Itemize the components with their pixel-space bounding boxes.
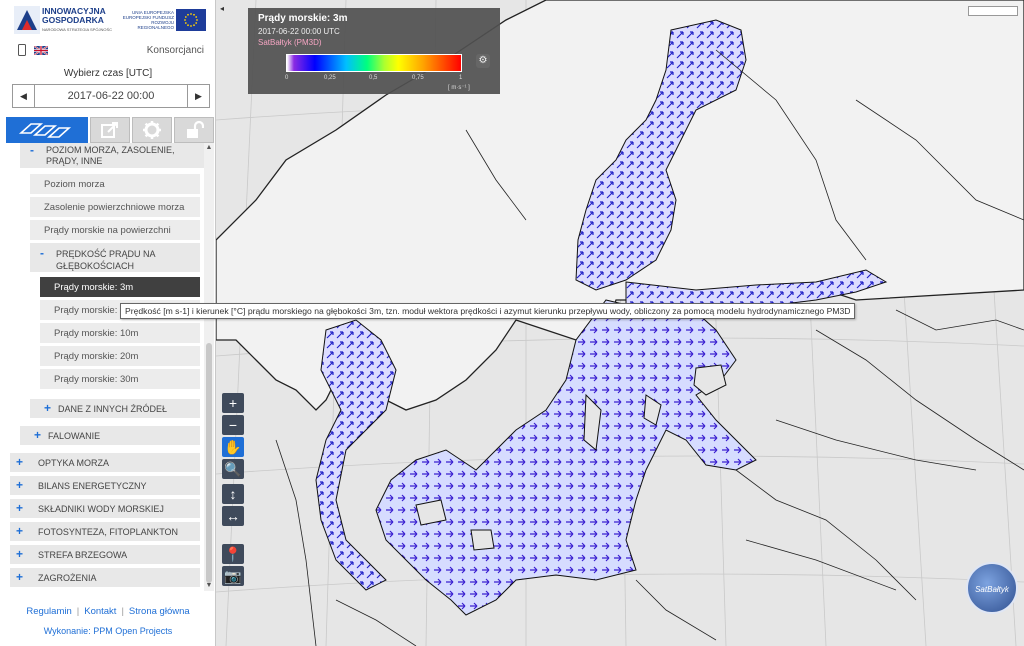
group-components[interactable]: + SKŁADNIKI WODY MORSKIEJ	[10, 499, 200, 519]
expand-icon[interactable]: +	[16, 547, 23, 561]
basemap	[216, 0, 1024, 646]
group-threats[interactable]: + ZAGROŻENIA	[10, 568, 200, 588]
pan-tool-button[interactable]: ✋	[222, 437, 244, 457]
group-label: FALOWANIE	[48, 431, 101, 441]
terms-link[interactable]: Regulamin	[26, 606, 71, 617]
footer-links: Regulamin | Kontakt | Strona główna	[26, 606, 190, 617]
english-flag-icon[interactable]	[34, 46, 48, 55]
time-value[interactable]: 2017-06-22 00:00	[35, 90, 187, 102]
gear-icon	[143, 121, 161, 139]
home-link[interactable]: Strona główna	[129, 606, 190, 617]
mobile-icon[interactable]	[18, 44, 26, 56]
collapse-sidebar-icon[interactable]: ◂	[220, 4, 224, 13]
layer-tree: - POZIOM MORZA, ZASOLENIE, PRĄDY, INNE P…	[6, 143, 206, 591]
eu-flag-icon	[176, 9, 206, 31]
logo-bar: INNOWACYJNA GOSPODARKA NARODOWA STRATEGI…	[6, 4, 210, 38]
map-view[interactable]: ◂ SatBałtyk	[216, 0, 1024, 646]
logo-ue-text: UNIA EUROPEJSKA EUROPEJSKI FUNDUSZ ROZWO…	[122, 10, 174, 30]
sidebar: INNOWACYJNA GOSPODARKA NARODOWA STRATEGI…	[0, 0, 216, 646]
tab-bar	[6, 117, 214, 143]
group-label: PRĘDKOŚĆ PRĄDU NA GŁĘBOKOŚCIACH	[56, 249, 156, 271]
tab-export[interactable]	[90, 117, 130, 143]
legend-tick: 0,25	[324, 75, 336, 81]
group-waves[interactable]: + FALOWANIE	[20, 426, 200, 446]
group-label: ZAGROŻENIA	[38, 573, 97, 583]
scroll-down-icon[interactable]: ▼	[204, 581, 214, 591]
time-next-button[interactable]: ▶	[187, 85, 209, 107]
legend-unit: [ m·s⁻¹ ]	[448, 85, 470, 91]
stretch-vertical-button[interactable]: ↕	[222, 484, 244, 504]
zoom-box-button[interactable]: 🔍	[222, 459, 244, 479]
scroll-up-icon[interactable]: ▲	[204, 143, 214, 153]
layer-currents-3m[interactable]: Prądy morskie: 3m	[40, 277, 200, 298]
legend-settings-icon[interactable]: ⚙	[476, 54, 490, 68]
group-label: FOTOSYNTEZA, FITOPLANKTON	[38, 527, 179, 537]
group-energy[interactable]: + BILANS ENERGETYCZNY	[10, 476, 200, 496]
legend-title: Prądy morskie: 3m	[258, 13, 348, 24]
zoom-in-button[interactable]: +	[222, 393, 244, 413]
collapse-icon[interactable]: -	[30, 143, 34, 157]
consortium-link[interactable]: Konsorcjanci	[147, 45, 204, 56]
layer-currents-20m[interactable]: Prądy morskie: 20m	[40, 346, 200, 367]
innowacyjna-gospodarka-logo	[14, 6, 40, 34]
group-label: POZIOM MORZA, ZASOLENIE, PRĄDY, INNE	[46, 145, 175, 166]
tree-scrollbar[interactable]: ▲ ▼	[204, 143, 214, 591]
group-label: SKŁADNIKI WODY MORSKIEJ	[38, 504, 164, 514]
layer-surface-currents[interactable]: Prądy morskie na powierzchni	[30, 220, 200, 241]
group-other-sources[interactable]: + DANE Z INNYCH ŹRÓDEŁ	[30, 399, 200, 419]
expand-icon[interactable]: +	[44, 401, 51, 415]
group-sea-level[interactable]: - POZIOM MORZA, ZASOLENIE, PRĄDY, INNE	[20, 143, 206, 169]
group-photosynthesis[interactable]: + FOTOSYNTEZA, FITOPLANKTON	[10, 522, 200, 542]
group-label: STREFA BRZEGOWA	[38, 550, 128, 560]
tab-lock[interactable]	[174, 117, 214, 143]
group-depth-currents[interactable]: - PRĘDKOŚĆ PRĄDU NA GŁĘBOKOŚCIACH	[30, 243, 200, 273]
group-optics[interactable]: + OPTYKA MORZA	[10, 453, 200, 473]
layer-currents-10m[interactable]: Prądy morskie: 10m	[40, 323, 200, 344]
unlock-icon	[187, 120, 204, 138]
time-label: Wybierz czas [UTC]	[63, 68, 153, 79]
logo-ig-title: INNOWACYJNA GOSPODARKA	[42, 6, 106, 25]
group-label: DANE Z INNYCH ŹRÓDEŁ	[58, 404, 168, 414]
expand-icon[interactable]: +	[16, 478, 23, 492]
logo-ig-subtitle: NARODOWA STRATEGIA SPÓJNOŚCI	[42, 27, 112, 32]
scale-bar	[968, 6, 1018, 16]
contact-link[interactable]: Kontakt	[84, 606, 116, 617]
satbaltyk-logo: SatBałtyk	[966, 562, 1018, 614]
made-by-link[interactable]: Wykonanie: PPM Open Projects	[6, 626, 210, 636]
layers-icon	[18, 123, 72, 138]
layer-salinity[interactable]: Zasolenie powierzchniowe morza	[30, 197, 200, 218]
group-coastal[interactable]: + STREFA BRZEGOWA	[10, 545, 200, 565]
camera-button[interactable]: 📷	[222, 566, 244, 586]
export-icon	[101, 122, 118, 138]
layer-currents-30m[interactable]: Prądy morskie: 30m	[40, 369, 200, 390]
collapse-icon[interactable]: -	[40, 246, 44, 260]
legend-source: SatBałtyk (PM3D)	[258, 38, 322, 47]
legend-tick: 0,75	[412, 75, 424, 81]
legend-date: 2017-06-22 00:00 UTC	[258, 27, 340, 36]
layer-sea-level[interactable]: Poziom morza	[30, 174, 200, 195]
tab-layers[interactable]	[6, 117, 88, 143]
legend-tick: 1	[459, 75, 463, 81]
stretch-horizontal-button[interactable]: ↔	[222, 506, 244, 526]
legend-panel: Prądy morskie: 3m 2017-06-22 00:00 UTC S…	[248, 8, 500, 94]
marker-button[interactable]: 📍	[222, 544, 244, 564]
expand-icon[interactable]: +	[34, 428, 41, 442]
expand-icon[interactable]: +	[16, 455, 23, 469]
top-row: Konsorcjanci	[6, 42, 210, 60]
legend-tick: 0,5	[369, 75, 378, 81]
group-label: BILANS ENERGETYCZNY	[38, 481, 147, 491]
zoom-out-button[interactable]: −	[222, 415, 244, 435]
time-prev-button[interactable]: ◀	[13, 85, 35, 107]
time-picker: ◀ 2017-06-22 00:00 ▶	[12, 84, 210, 108]
expand-icon[interactable]: +	[16, 501, 23, 515]
legend-tick: 0	[285, 75, 289, 81]
group-label: OPTYKA MORZA	[38, 458, 110, 468]
scroll-thumb[interactable]	[206, 343, 212, 583]
color-scale	[286, 54, 462, 72]
expand-icon[interactable]: +	[16, 524, 23, 538]
tab-settings[interactable]	[132, 117, 172, 143]
layer-tooltip: Prędkość [m s-1] i kierunek [°C] prądu m…	[120, 303, 856, 319]
expand-icon[interactable]: +	[16, 570, 23, 584]
